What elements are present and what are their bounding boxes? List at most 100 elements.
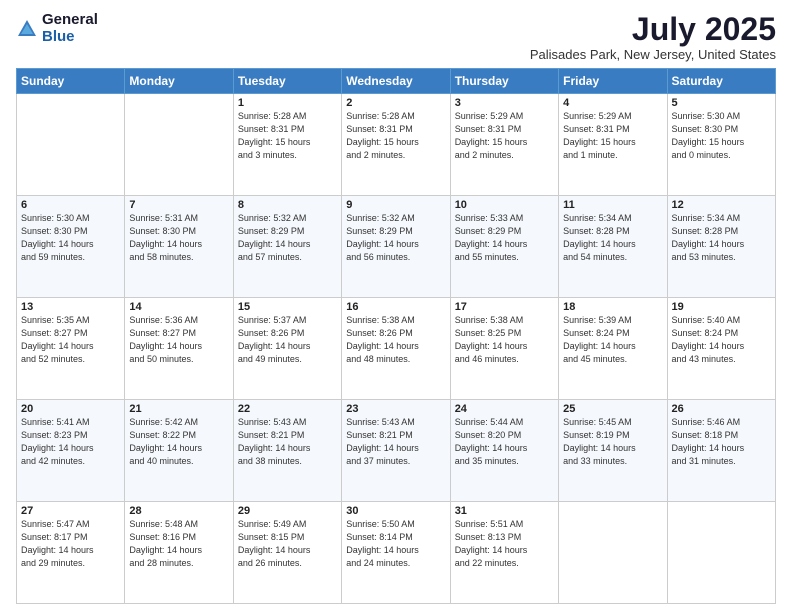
header: General Blue July 2025 Palisades Park, N… <box>16 12 776 62</box>
calendar-cell: 1Sunrise: 5:28 AM Sunset: 8:31 PM Daylig… <box>233 94 341 196</box>
calendar-cell: 3Sunrise: 5:29 AM Sunset: 8:31 PM Daylig… <box>450 94 558 196</box>
day-info: Sunrise: 5:38 AM Sunset: 8:25 PM Dayligh… <box>455 314 554 366</box>
calendar-cell: 15Sunrise: 5:37 AM Sunset: 8:26 PM Dayli… <box>233 298 341 400</box>
day-info: Sunrise: 5:28 AM Sunset: 8:31 PM Dayligh… <box>238 110 337 162</box>
day-info: Sunrise: 5:44 AM Sunset: 8:20 PM Dayligh… <box>455 416 554 468</box>
day-number: 24 <box>455 403 554 415</box>
day-info: Sunrise: 5:47 AM Sunset: 8:17 PM Dayligh… <box>21 518 120 570</box>
day-number: 26 <box>672 403 771 415</box>
calendar-cell: 22Sunrise: 5:43 AM Sunset: 8:21 PM Dayli… <box>233 400 341 502</box>
day-number: 31 <box>455 505 554 517</box>
day-number: 16 <box>346 301 445 313</box>
day-info: Sunrise: 5:30 AM Sunset: 8:30 PM Dayligh… <box>21 212 120 264</box>
day-number: 29 <box>238 505 337 517</box>
calendar-week-0: 1Sunrise: 5:28 AM Sunset: 8:31 PM Daylig… <box>17 94 776 196</box>
col-header-monday: Monday <box>125 69 233 94</box>
day-info: Sunrise: 5:43 AM Sunset: 8:21 PM Dayligh… <box>238 416 337 468</box>
day-number: 14 <box>129 301 228 313</box>
calendar-cell: 13Sunrise: 5:35 AM Sunset: 8:27 PM Dayli… <box>17 298 125 400</box>
calendar-cell <box>17 94 125 196</box>
logo: General Blue <box>16 12 98 45</box>
calendar-week-1: 6Sunrise: 5:30 AM Sunset: 8:30 PM Daylig… <box>17 196 776 298</box>
day-info: Sunrise: 5:41 AM Sunset: 8:23 PM Dayligh… <box>21 416 120 468</box>
col-header-wednesday: Wednesday <box>342 69 450 94</box>
day-number: 7 <box>129 199 228 211</box>
calendar-cell: 7Sunrise: 5:31 AM Sunset: 8:30 PM Daylig… <box>125 196 233 298</box>
calendar-table: SundayMondayTuesdayWednesdayThursdayFrid… <box>16 68 776 604</box>
day-number: 12 <box>672 199 771 211</box>
subtitle: Palisades Park, New Jersey, United State… <box>530 47 776 62</box>
calendar-cell <box>125 94 233 196</box>
day-info: Sunrise: 5:49 AM Sunset: 8:15 PM Dayligh… <box>238 518 337 570</box>
day-number: 6 <box>21 199 120 211</box>
day-number: 1 <box>238 97 337 109</box>
day-number: 5 <box>672 97 771 109</box>
calendar-cell: 29Sunrise: 5:49 AM Sunset: 8:15 PM Dayli… <box>233 502 341 604</box>
day-info: Sunrise: 5:45 AM Sunset: 8:19 PM Dayligh… <box>563 416 662 468</box>
day-info: Sunrise: 5:51 AM Sunset: 8:13 PM Dayligh… <box>455 518 554 570</box>
day-info: Sunrise: 5:31 AM Sunset: 8:30 PM Dayligh… <box>129 212 228 264</box>
col-header-saturday: Saturday <box>667 69 775 94</box>
calendar-cell: 20Sunrise: 5:41 AM Sunset: 8:23 PM Dayli… <box>17 400 125 502</box>
day-info: Sunrise: 5:28 AM Sunset: 8:31 PM Dayligh… <box>346 110 445 162</box>
calendar-cell: 24Sunrise: 5:44 AM Sunset: 8:20 PM Dayli… <box>450 400 558 502</box>
logo-text: General Blue <box>42 12 98 45</box>
day-number: 15 <box>238 301 337 313</box>
day-number: 19 <box>672 301 771 313</box>
calendar-cell: 11Sunrise: 5:34 AM Sunset: 8:28 PM Dayli… <box>559 196 667 298</box>
calendar-cell: 28Sunrise: 5:48 AM Sunset: 8:16 PM Dayli… <box>125 502 233 604</box>
calendar-week-4: 27Sunrise: 5:47 AM Sunset: 8:17 PM Dayli… <box>17 502 776 604</box>
calendar-cell <box>559 502 667 604</box>
day-number: 11 <box>563 199 662 211</box>
day-number: 3 <box>455 97 554 109</box>
day-info: Sunrise: 5:37 AM Sunset: 8:26 PM Dayligh… <box>238 314 337 366</box>
day-info: Sunrise: 5:50 AM Sunset: 8:14 PM Dayligh… <box>346 518 445 570</box>
title-block: July 2025 Palisades Park, New Jersey, Un… <box>530 12 776 62</box>
day-info: Sunrise: 5:29 AM Sunset: 8:31 PM Dayligh… <box>563 110 662 162</box>
day-info: Sunrise: 5:46 AM Sunset: 8:18 PM Dayligh… <box>672 416 771 468</box>
calendar-cell <box>667 502 775 604</box>
day-info: Sunrise: 5:30 AM Sunset: 8:30 PM Dayligh… <box>672 110 771 162</box>
day-info: Sunrise: 5:48 AM Sunset: 8:16 PM Dayligh… <box>129 518 228 570</box>
day-info: Sunrise: 5:39 AM Sunset: 8:24 PM Dayligh… <box>563 314 662 366</box>
day-number: 30 <box>346 505 445 517</box>
day-info: Sunrise: 5:34 AM Sunset: 8:28 PM Dayligh… <box>672 212 771 264</box>
calendar-cell: 17Sunrise: 5:38 AM Sunset: 8:25 PM Dayli… <box>450 298 558 400</box>
calendar-header-row: SundayMondayTuesdayWednesdayThursdayFrid… <box>17 69 776 94</box>
day-number: 2 <box>346 97 445 109</box>
day-number: 27 <box>21 505 120 517</box>
page: General Blue July 2025 Palisades Park, N… <box>0 0 792 612</box>
col-header-tuesday: Tuesday <box>233 69 341 94</box>
calendar-cell: 6Sunrise: 5:30 AM Sunset: 8:30 PM Daylig… <box>17 196 125 298</box>
logo-general: General <box>42 12 98 29</box>
calendar-cell: 27Sunrise: 5:47 AM Sunset: 8:17 PM Dayli… <box>17 502 125 604</box>
day-number: 28 <box>129 505 228 517</box>
calendar-cell: 31Sunrise: 5:51 AM Sunset: 8:13 PM Dayli… <box>450 502 558 604</box>
calendar-cell: 21Sunrise: 5:42 AM Sunset: 8:22 PM Dayli… <box>125 400 233 502</box>
main-title: July 2025 <box>530 12 776 47</box>
day-info: Sunrise: 5:38 AM Sunset: 8:26 PM Dayligh… <box>346 314 445 366</box>
calendar-cell: 12Sunrise: 5:34 AM Sunset: 8:28 PM Dayli… <box>667 196 775 298</box>
calendar-cell: 8Sunrise: 5:32 AM Sunset: 8:29 PM Daylig… <box>233 196 341 298</box>
calendar-cell: 26Sunrise: 5:46 AM Sunset: 8:18 PM Dayli… <box>667 400 775 502</box>
day-info: Sunrise: 5:42 AM Sunset: 8:22 PM Dayligh… <box>129 416 228 468</box>
day-number: 9 <box>346 199 445 211</box>
day-info: Sunrise: 5:33 AM Sunset: 8:29 PM Dayligh… <box>455 212 554 264</box>
calendar-week-2: 13Sunrise: 5:35 AM Sunset: 8:27 PM Dayli… <box>17 298 776 400</box>
day-number: 21 <box>129 403 228 415</box>
calendar-cell: 5Sunrise: 5:30 AM Sunset: 8:30 PM Daylig… <box>667 94 775 196</box>
col-header-friday: Friday <box>559 69 667 94</box>
calendar-cell: 14Sunrise: 5:36 AM Sunset: 8:27 PM Dayli… <box>125 298 233 400</box>
calendar-cell: 18Sunrise: 5:39 AM Sunset: 8:24 PM Dayli… <box>559 298 667 400</box>
calendar-cell: 23Sunrise: 5:43 AM Sunset: 8:21 PM Dayli… <box>342 400 450 502</box>
day-info: Sunrise: 5:43 AM Sunset: 8:21 PM Dayligh… <box>346 416 445 468</box>
calendar-cell: 4Sunrise: 5:29 AM Sunset: 8:31 PM Daylig… <box>559 94 667 196</box>
day-number: 4 <box>563 97 662 109</box>
day-number: 25 <box>563 403 662 415</box>
day-number: 8 <box>238 199 337 211</box>
day-number: 20 <box>21 403 120 415</box>
logo-blue: Blue <box>42 29 98 46</box>
day-info: Sunrise: 5:29 AM Sunset: 8:31 PM Dayligh… <box>455 110 554 162</box>
day-info: Sunrise: 5:32 AM Sunset: 8:29 PM Dayligh… <box>238 212 337 264</box>
calendar-cell: 2Sunrise: 5:28 AM Sunset: 8:31 PM Daylig… <box>342 94 450 196</box>
